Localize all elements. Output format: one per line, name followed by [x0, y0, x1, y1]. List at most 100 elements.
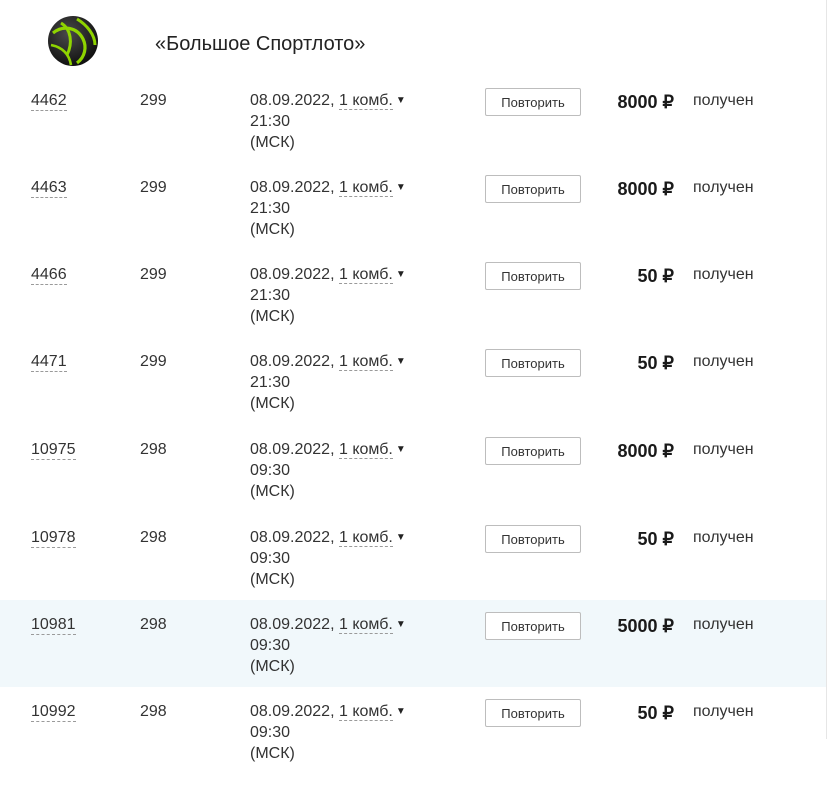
combinations-label: 1 комб. [338, 353, 393, 370]
combinations-label: 1 комб. [338, 529, 393, 546]
draw-number: 299 [140, 179, 167, 196]
repeat-button[interactable]: Повторить [485, 88, 581, 116]
prize-amount: 8000 ₽ [617, 179, 675, 199]
combinations-dropdown[interactable]: 1 комб. [338, 441, 393, 459]
ticket-number-link[interactable]: 10992 [31, 703, 76, 722]
combinations-dropdown[interactable]: 1 комб. [338, 179, 393, 197]
timezone-label: (МСК) [250, 134, 295, 151]
table-row: 4462 299 08.09.2022, 1 комб. ▼ 21:30 (МСК… [0, 88, 826, 179]
repeat-button[interactable]: Повторить [485, 349, 581, 377]
prize-amount: 5000 ₽ [617, 616, 675, 636]
table-row: 10975 298 08.09.2022, 1 комб. ▼ 09:30 (МС… [0, 437, 826, 528]
combinations-label: 1 комб. [338, 703, 393, 720]
draw-date: 08.09.2022, 1 комб. ▼ 09:30 (МСК) [250, 527, 410, 590]
repeat-button[interactable]: Повторить [485, 525, 581, 553]
caret-down-icon[interactable]: ▼ [396, 182, 406, 193]
draw-number: 298 [140, 441, 167, 458]
draw-date: 08.09.2022, 1 комб. ▼ 21:30 (МСК) [250, 264, 410, 327]
caret-down-icon[interactable]: ▼ [396, 444, 406, 455]
combinations-dropdown[interactable]: 1 комб. [338, 529, 393, 547]
draw-date: 08.09.2022, 1 комб. ▼ 21:30 (МСК) [250, 177, 410, 240]
repeat-button[interactable]: Повторить [485, 175, 581, 203]
game-header: «Большое Спортлото» [0, 0, 826, 86]
draw-time: 09:30 [250, 724, 291, 741]
date-value: 08.09.2022, [250, 529, 335, 546]
caret-down-icon[interactable]: ▼ [396, 706, 406, 717]
prize-amount: 50 ₽ [637, 529, 674, 549]
sportloto-ball-icon [48, 16, 98, 66]
ticket-number-link[interactable]: 4466 [31, 266, 67, 285]
combinations-label: 1 комб. [338, 179, 393, 196]
draw-time: 21:30 [250, 113, 291, 130]
combinations-label: 1 комб. [338, 441, 393, 458]
timezone-label: (МСК) [250, 745, 295, 762]
repeat-button[interactable]: Повторить [485, 262, 581, 290]
table-row: 4463 299 08.09.2022, 1 комб. ▼ 21:30 (МСК… [0, 175, 826, 266]
caret-down-icon[interactable]: ▼ [396, 532, 406, 543]
draw-time: 09:30 [250, 462, 291, 479]
date-value: 08.09.2022, [250, 616, 335, 633]
draw-time: 21:30 [250, 200, 291, 217]
prize-amount: 8000 ₽ [617, 441, 675, 461]
combinations-dropdown[interactable]: 1 комб. [338, 703, 393, 721]
divider [826, 0, 827, 739]
table-row: 4466 299 08.09.2022, 1 комб. ▼ 21:30 (МСК… [0, 262, 826, 353]
prize-status: получен [693, 92, 754, 109]
draw-time: 21:30 [250, 287, 291, 304]
repeat-button[interactable]: Повторить [485, 437, 581, 465]
caret-down-icon[interactable]: ▼ [396, 269, 406, 280]
draw-number: 299 [140, 353, 167, 370]
draw-number: 298 [140, 616, 167, 633]
timezone-label: (МСК) [250, 658, 295, 675]
draw-time: 09:30 [250, 550, 291, 567]
draw-date: 08.09.2022, 1 комб. ▼ 21:30 (МСК) [250, 351, 410, 414]
prize-amount: 8000 ₽ [617, 92, 675, 112]
repeat-button[interactable]: Повторить [485, 699, 581, 727]
ticket-number-link[interactable]: 4471 [31, 353, 67, 372]
ticket-number-link[interactable]: 10978 [31, 529, 76, 548]
timezone-label: (МСК) [250, 483, 295, 500]
draw-date: 08.09.2022, 1 комб. ▼ 21:30 (МСК) [250, 90, 410, 153]
combinations-label: 1 комб. [338, 92, 393, 109]
prize-status: получен [693, 179, 754, 196]
prize-status: получен [693, 529, 754, 546]
prize-status: получен [693, 616, 754, 633]
ticket-number-link[interactable]: 10975 [31, 441, 76, 460]
table-row: 10992 298 08.09.2022, 1 комб. ▼ 09:30 (МС… [0, 699, 826, 790]
caret-down-icon[interactable]: ▼ [396, 619, 406, 630]
caret-down-icon[interactable]: ▼ [396, 95, 406, 106]
draw-time: 21:30 [250, 374, 291, 391]
repeat-button[interactable]: Повторить [485, 612, 581, 640]
draw-date: 08.09.2022, 1 комб. ▼ 09:30 (МСК) [250, 614, 410, 677]
table-row: 10981 298 08.09.2022, 1 комб. ▼ 09:30 (МС… [0, 600, 826, 687]
date-value: 08.09.2022, [250, 179, 335, 196]
combinations-dropdown[interactable]: 1 комб. [338, 92, 393, 110]
game-title: «Большое Спортлото» [155, 33, 366, 55]
ticket-number-link[interactable]: 10981 [31, 616, 76, 635]
draw-number: 298 [140, 529, 167, 546]
draw-date: 08.09.2022, 1 комб. ▼ 09:30 (МСК) [250, 701, 410, 764]
prize-amount: 50 ₽ [637, 266, 674, 286]
ticket-number-link[interactable]: 4463 [31, 179, 67, 198]
prize-status: получен [693, 266, 754, 283]
combinations-dropdown[interactable]: 1 комб. [338, 353, 393, 371]
draw-number: 299 [140, 266, 167, 283]
combinations-dropdown[interactable]: 1 комб. [338, 266, 393, 284]
date-value: 08.09.2022, [250, 703, 335, 720]
timezone-label: (МСК) [250, 571, 295, 588]
ticket-number-link[interactable]: 4462 [31, 92, 67, 111]
prize-status: получен [693, 703, 754, 720]
prize-status: получен [693, 441, 754, 458]
table-row: 4471 299 08.09.2022, 1 комб. ▼ 21:30 (МСК… [0, 349, 826, 440]
draw-number: 299 [140, 92, 167, 109]
combinations-label: 1 комб. [338, 616, 393, 633]
caret-down-icon[interactable]: ▼ [396, 356, 406, 367]
prize-amount: 50 ₽ [637, 353, 674, 373]
date-value: 08.09.2022, [250, 441, 335, 458]
prize-amount: 50 ₽ [637, 703, 674, 723]
timezone-label: (МСК) [250, 308, 295, 325]
date-value: 08.09.2022, [250, 353, 335, 370]
draw-date: 08.09.2022, 1 комб. ▼ 09:30 (МСК) [250, 439, 410, 502]
combinations-dropdown[interactable]: 1 комб. [338, 616, 393, 634]
draw-number: 298 [140, 703, 167, 720]
